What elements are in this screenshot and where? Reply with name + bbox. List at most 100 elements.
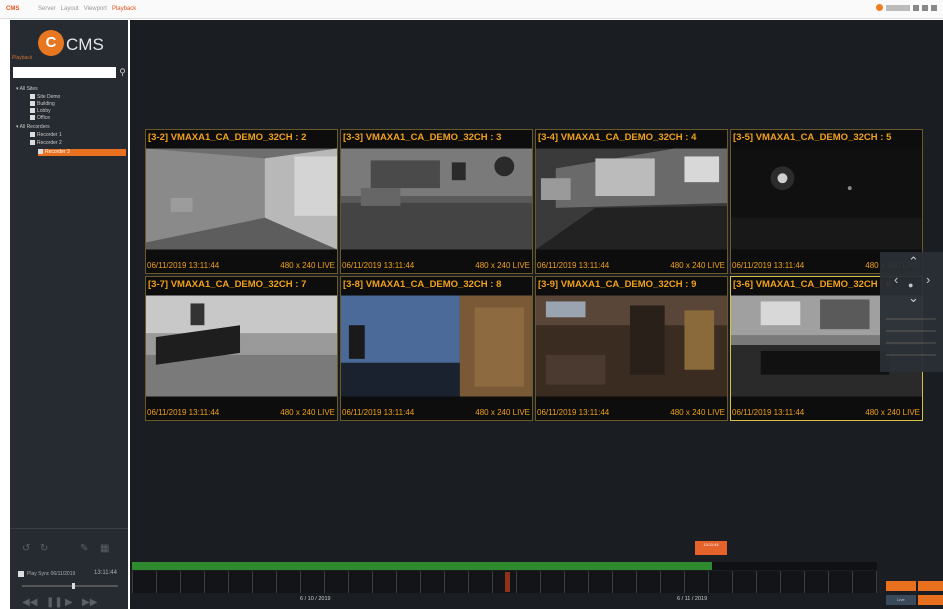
tab-server[interactable]: Server [38,6,56,12]
system-tray [876,4,937,11]
tab-viewport[interactable]: Viewport [84,6,107,12]
sidebar: C CMS Playback ⚲ ▾ All Sites Site Demo B… [10,20,128,609]
tree-item-recorder-1[interactable]: Recorder 1 [30,132,62,139]
ptz-iris-slider[interactable] [886,342,936,344]
speed-slider[interactable] [22,583,118,589]
camera-feed [536,148,727,250]
timeline-date-right: 6 / 11 / 2019 [677,596,708,602]
camera-feed [341,295,532,397]
tree-item-office[interactable]: Office [30,115,50,122]
logo-mark: C [38,30,64,56]
search-icon[interactable]: ⚲ [117,66,128,78]
sync-checkbox[interactable] [18,571,24,577]
camera-timestamp: 06/11/2019 13:11:44 [342,261,415,270]
timeline-dates: 6 / 10 / 2019 6 / 11 / 2019 [132,593,877,609]
timeline-time-tooltip: 13:11:44 [695,541,727,555]
tree-item-recorder-2[interactable]: Recorder 2 [30,140,62,147]
rewind-icon[interactable]: ◀◀ [22,597,37,608]
camera-resolution: 480 x 240 LIVE [280,261,335,270]
camera-timestamp: 06/11/2019 13:11:44 [732,261,805,270]
camera-tile[interactable]: [3-9] VMAXA1_CA_DEMO_32CH : 9 06/11/2019… [535,276,728,421]
playback-time: 13:11:44 [94,570,117,576]
camera-title: [3-5] VMAXA1_CA_DEMO_32CH : 5 [733,132,892,143]
ptz-right-icon[interactable]: › [926,272,930,287]
slider-handle[interactable] [72,583,75,589]
camera-resolution: 480 x 240 LIVE [280,408,335,417]
camera-feed [146,148,337,250]
status-icon [876,4,883,11]
camera-title: [3-8] VMAXA1_CA_DEMO_32CH : 8 [343,279,502,290]
ptz-home-icon[interactable]: ● [908,280,913,290]
camera-timestamp: 06/11/2019 13:11:44 [147,408,220,417]
help-icon[interactable] [922,4,928,11]
playback-controls: ↺ ↻ ✎ ▦ Play Sync 06/11/2019 13:11:44 ◀◀… [10,528,128,609]
camera-timestamp: 06/11/2019 13:11:44 [537,408,610,417]
ptz-down-icon[interactable]: ⌄ [908,290,919,306]
tree-item-site[interactable]: Site Demo [30,94,60,101]
camera-timestamp: 06/11/2019 13:11:44 [147,261,220,270]
fast-forward-icon[interactable]: ▶▶ [82,597,97,608]
title-tabs: Server Layout Viewport Playback [38,6,136,12]
ptz-zoom-slider[interactable] [886,318,936,320]
camera-tile[interactable]: [3-8] VMAXA1_CA_DEMO_32CH : 8 06/11/2019… [340,276,533,421]
tab-playback[interactable]: Playback [112,6,136,12]
camera-title: [3-2] VMAXA1_CA_DEMO_32CH : 2 [148,132,307,143]
panel-label: Playback [12,55,33,61]
camera-grid: [3-2] VMAXA1_CA_DEMO_32CH : 2 06/11/2019… [145,129,924,421]
camera-tile[interactable]: [3-3] VMAXA1_CA_DEMO_32CH : 3 06/11/2019… [340,129,533,274]
camera-feed [536,295,727,397]
tree-item-building[interactable]: Building [30,101,55,108]
tree-item-lobby[interactable]: Lobby [30,108,51,115]
step-back-icon[interactable]: ↺ [22,543,30,554]
minimize-icon[interactable] [931,4,937,11]
timeline-live-button[interactable]: Live [886,595,916,605]
step-forward-icon[interactable]: ↻ [40,543,48,554]
timeline-zoom-in-button[interactable] [886,581,916,591]
camera-tile[interactable]: [3-7] VMAXA1_CA_DEMO_32CH : 7 06/11/2019… [145,276,338,421]
camera-tile[interactable]: [3-4] VMAXA1_CA_DEMO_32CH : 4 06/11/2019… [535,129,728,274]
camera-feed [731,148,922,250]
camera-title: [3-3] VMAXA1_CA_DEMO_32CH : 3 [343,132,502,143]
camera-resolution: 480 x 240 LIVE [670,261,725,270]
camera-feed [146,295,337,397]
ptz-left-icon[interactable]: ‹ [894,272,898,287]
ptz-up-icon[interactable]: ⌃ [908,254,919,270]
play-icon[interactable]: ▶ [65,597,73,608]
timeline-cursor[interactable] [505,572,510,592]
camera-resolution: 480 x 240 LIVE [475,261,530,270]
grid-icon[interactable]: ▦ [100,543,109,554]
camera-resolution: 480 x 240 LIVE [670,408,725,417]
camera-title: [3-7] VMAXA1_CA_DEMO_32CH : 7 [148,279,307,290]
signal-icon [886,4,910,11]
camera-timestamp: 06/11/2019 13:11:44 [732,408,805,417]
timeline-empty-bar[interactable] [712,562,877,570]
timeline-export-button[interactable] [918,595,943,605]
tab-layout[interactable]: Layout [61,6,79,12]
ptz-focus-slider[interactable] [886,330,936,332]
settings-icon[interactable] [913,4,919,11]
camera-title: [3-4] VMAXA1_CA_DEMO_32CH : 4 [538,132,697,143]
playback-label: Play Sync 06/11/2019 [27,571,76,577]
camera-resolution: 480 x 240 LIVE [475,408,530,417]
camera-title: [3-9] VMAXA1_CA_DEMO_32CH : 9 [538,279,697,290]
camera-timestamp: 06/11/2019 13:11:44 [342,408,415,417]
camera-resolution: 480 x 240 LIVE [865,408,920,417]
timeline-zoom-out-button[interactable] [918,581,943,591]
pause-icon[interactable]: ❚❚ [46,597,63,608]
logo-text: CMS [66,35,104,54]
video-wall: [3-2] VMAXA1_CA_DEMO_32CH : 2 06/11/2019… [130,20,943,609]
search-input[interactable] [13,67,116,78]
tree-item-recorders[interactable]: ▾ All Recorders [16,124,50,131]
camera-timestamp: 06/11/2019 13:11:44 [537,261,610,270]
export-icon[interactable]: ✎ [80,543,88,554]
timeline-recording-bar[interactable] [132,562,712,570]
logo: C CMS [38,28,118,60]
tree-item-all-sites[interactable]: ▾ All Sites [16,86,38,93]
ptz-control-panel: ⌃ ‹ › ⌄ ● [880,252,943,372]
ptz-speed-slider[interactable] [886,354,936,356]
timeline-date-left: 6 / 10 / 2019 [300,596,331,602]
tree-item-recorder-3[interactable]: Recorder 3 [38,149,126,156]
camera-tile[interactable]: [3-2] VMAXA1_CA_DEMO_32CH : 2 06/11/2019… [145,129,338,274]
app-brand: CMS [6,6,20,12]
camera-feed [341,148,532,250]
